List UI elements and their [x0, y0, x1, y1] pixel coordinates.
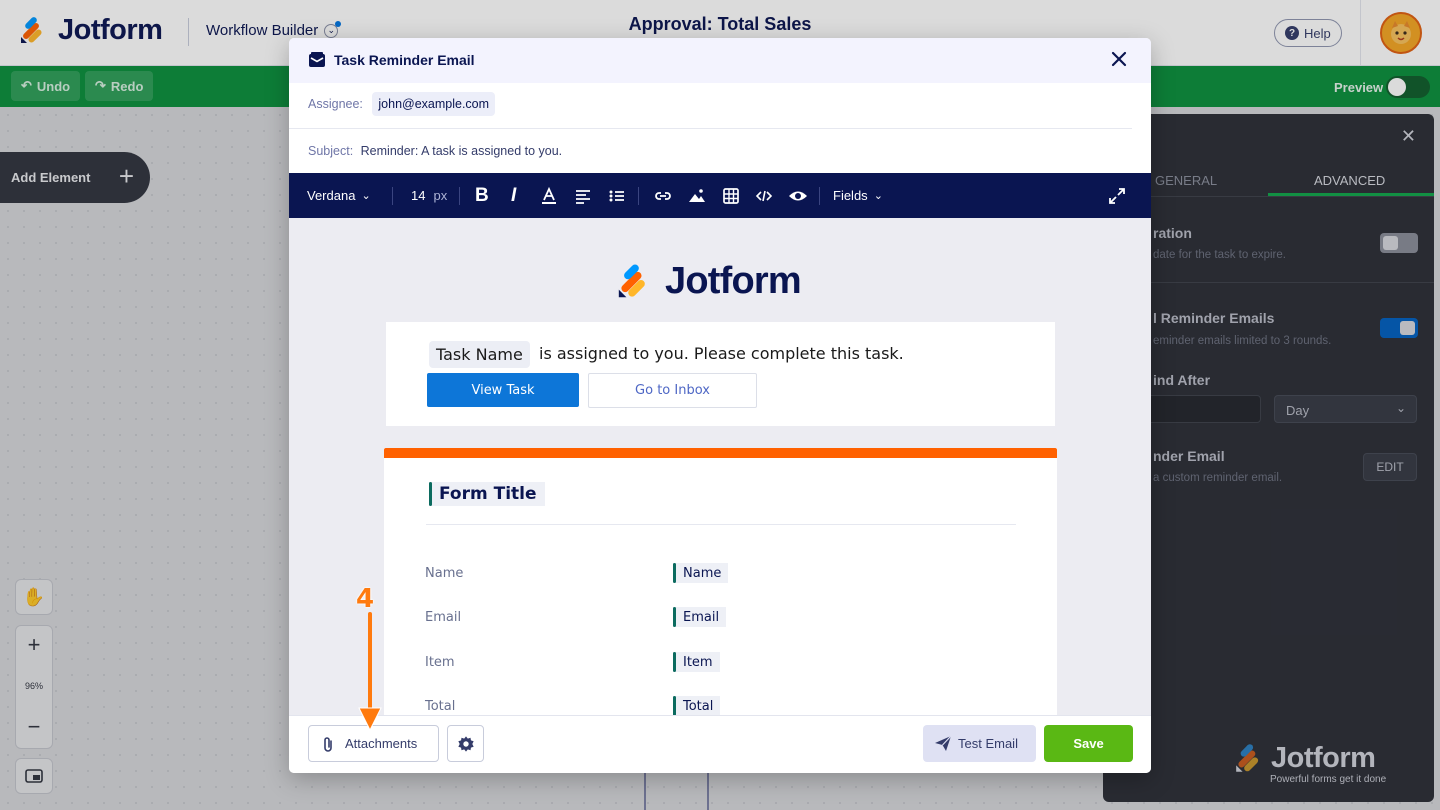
subject-row[interactable]: Subject: Reminder: A task is assigned to… [308, 144, 562, 158]
card-accent-bar [384, 448, 1057, 458]
editor-toolbar: Verdana ⌄ 14 px B I Fields ⌄ [289, 173, 1151, 218]
font-size-unit: px [433, 188, 448, 203]
chevron-down-icon: ⌄ [361, 190, 371, 202]
arrow-down-icon [358, 612, 382, 732]
table-icon[interactable] [721, 186, 741, 206]
divider [638, 187, 639, 205]
gear-icon [457, 735, 474, 752]
expand-icon[interactable] [1107, 186, 1127, 206]
task-message: is assigned to you. Please complete this… [539, 344, 904, 363]
divider [289, 128, 1132, 129]
subject-input[interactable]: Reminder: A task is assigned to you. [361, 144, 563, 158]
form-summary-card: Form Title Name Name Email Email Item It… [384, 448, 1057, 715]
italic-icon[interactable]: I [511, 173, 516, 218]
modal-title: Task Reminder Email [334, 52, 475, 68]
chevron-down-icon: ⌄ [873, 190, 883, 202]
field-label-item: Item [425, 655, 455, 670]
paperclip-icon [324, 737, 332, 752]
assignee-chip[interactable]: john@example.com [372, 92, 496, 116]
link-icon[interactable] [653, 186, 673, 206]
email-settings-button[interactable] [447, 725, 484, 762]
close-icon[interactable] [1109, 49, 1129, 69]
field-chip-name[interactable]: Name [673, 563, 729, 583]
code-icon[interactable] [754, 186, 774, 206]
bullet-list-icon[interactable] [607, 186, 627, 206]
font-family-select[interactable]: Verdana ⌄ [307, 173, 371, 218]
divider [459, 187, 460, 205]
task-reminder-email-modal: Task Reminder Email Assignee: john@examp… [289, 38, 1151, 773]
font-family-value: Verdana [307, 188, 356, 203]
form-title-chip[interactable]: Form Title [429, 482, 545, 506]
test-email-label: Test Email [958, 736, 1018, 751]
image-icon[interactable] [687, 186, 707, 206]
test-email-button[interactable]: Test Email [923, 725, 1036, 762]
divider [392, 187, 393, 205]
task-name-field-chip[interactable]: Task Name [429, 341, 530, 368]
bold-icon[interactable]: B [475, 173, 489, 218]
email-logo-wordmark: Jotform [665, 260, 802, 302]
assignee-label: Assignee: [308, 97, 363, 111]
email-editor-body[interactable]: Jotform Task Name is assigned to you. Pl… [289, 218, 1151, 715]
step-number-annotation: 4 [356, 584, 375, 614]
divider [426, 524, 1016, 525]
subject-label: Subject: [308, 144, 354, 158]
text-color-icon[interactable] [539, 186, 559, 206]
jotform-logo-icon [618, 263, 645, 297]
field-chip-item[interactable]: Item [673, 652, 720, 672]
font-size-value: 14 [411, 188, 426, 203]
field-label-email: Email [425, 610, 462, 625]
view-task-button[interactable]: View Task [427, 373, 579, 407]
task-card: Task Name is assigned to you. Please com… [386, 322, 1055, 426]
modal-footer: Attachments Test Email Save [289, 715, 1151, 773]
eye-icon[interactable] [788, 186, 808, 206]
fields-dropdown[interactable]: Fields ⌄ [833, 173, 883, 218]
font-size-input[interactable]: 14 px [411, 173, 447, 218]
email-template-icon [309, 52, 325, 67]
align-left-icon[interactable] [573, 186, 593, 206]
field-label-name: Name [425, 566, 464, 581]
field-label-total: Total [425, 699, 456, 714]
email-logo: Jotform [615, 260, 802, 303]
go-to-inbox-button[interactable]: Go to Inbox [588, 373, 757, 408]
divider [819, 187, 820, 205]
field-chip-total[interactable]: Total [673, 696, 721, 715]
attachments-label: Attachments [345, 736, 418, 751]
fields-label: Fields [833, 188, 868, 203]
save-button[interactable]: Save [1044, 725, 1133, 762]
field-chip-email[interactable]: Email [673, 607, 727, 627]
assignee-row: Assignee: john@example.com [308, 92, 496, 116]
modal-header: Task Reminder Email [289, 38, 1151, 83]
send-icon [935, 735, 952, 751]
